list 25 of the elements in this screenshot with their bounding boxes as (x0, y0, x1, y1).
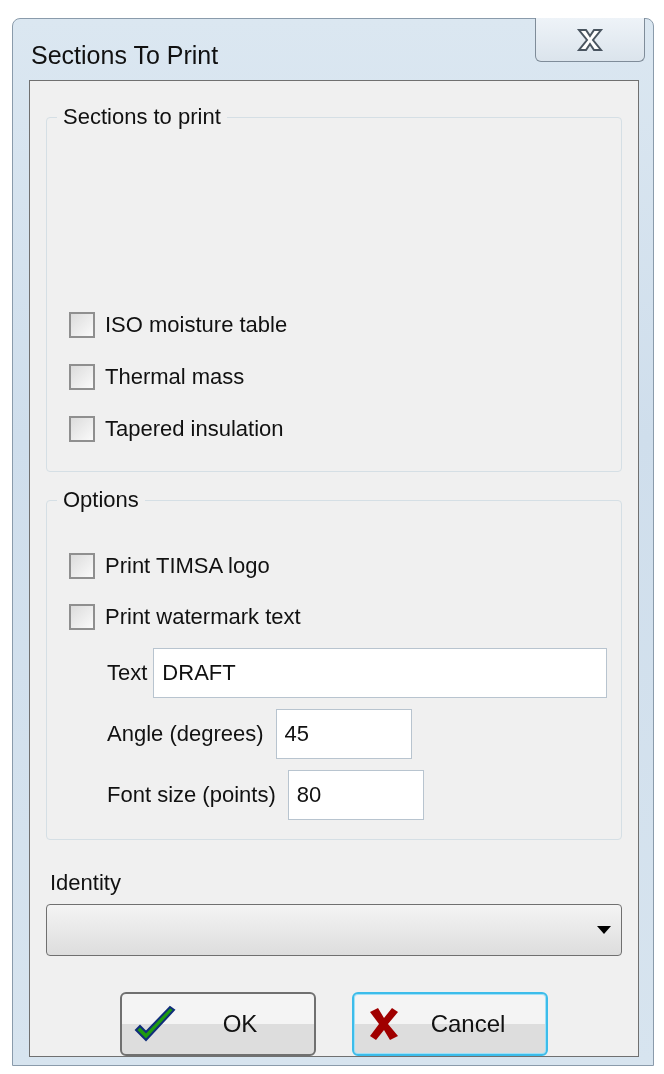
checkbox[interactable] (69, 364, 95, 390)
checkbox[interactable] (69, 312, 95, 338)
field-label: Font size (points) (107, 781, 276, 808)
checkbox-label: ISO moisture table (105, 312, 288, 338)
checkbox-label: Print watermark text (105, 604, 301, 631)
identity-label: Identity (50, 870, 122, 896)
identity-dropdown[interactable] (46, 904, 622, 956)
dropdown-arrow-icon (597, 926, 611, 934)
checkmark-icon (134, 1004, 178, 1044)
checkbox-label: Print TIMSA logo (105, 553, 270, 580)
close-button[interactable] (535, 18, 645, 62)
field-label: Text (107, 660, 148, 687)
close-icon (576, 27, 604, 52)
cancel-button[interactable]: Cancel (352, 992, 548, 1056)
field-label: Angle (degrees) (107, 720, 264, 747)
input-field[interactable]: DRAFT (153, 648, 607, 699)
checkbox[interactable] (69, 553, 95, 580)
checkbox-label: Thermal mass (105, 364, 245, 390)
window-title: Sections To Print (31, 41, 219, 70)
input-field[interactable]: 80 (287, 769, 424, 820)
ok-button[interactable]: OK (120, 992, 316, 1056)
checkbox[interactable] (69, 604, 95, 631)
checkbox[interactable] (69, 416, 95, 442)
input-field[interactable]: 45 (275, 708, 412, 759)
checkbox-label: Tapered insulation (105, 416, 284, 442)
